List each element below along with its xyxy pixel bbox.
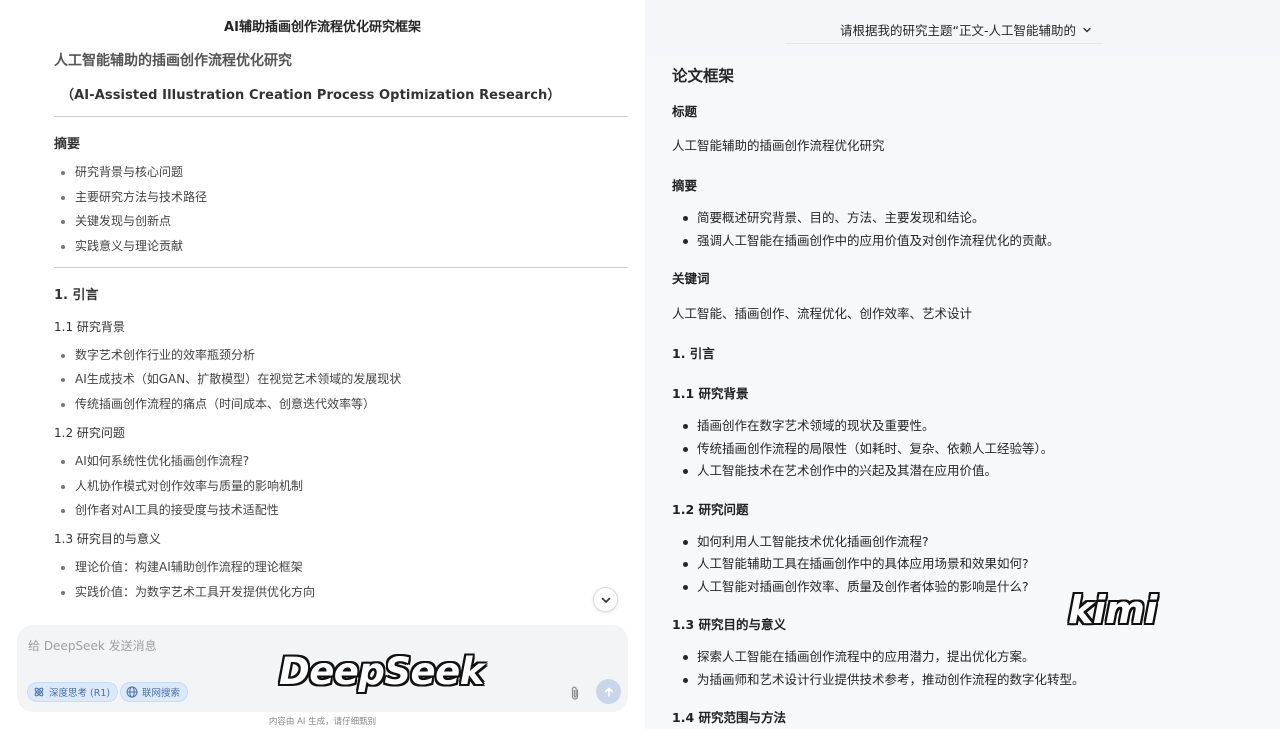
abstract-list: 研究背景与核心问题 主要研究方法与技术路径 关键发现与创新点 实践意义与理论贡献	[54, 160, 628, 259]
chevron-down-icon	[601, 597, 610, 603]
framework-heading: 论文框架	[672, 67, 735, 85]
arrow-up-icon	[604, 687, 613, 697]
paper-subtitle: （AI-Assisted Illustration Creation Proce…	[61, 88, 561, 103]
subsection-heading: 1.2 研究问题	[54, 425, 125, 440]
list-item: 主要研究方法与技术路径	[54, 185, 628, 210]
subsection-heading: 1.3 研究目的与意义	[54, 531, 161, 546]
kimi-panel: 请根据我的研究主题“正文-人工智能辅助的 论文框架 标题 人工智能辅助的插画创作…	[645, 0, 1280, 729]
purpose-list: 探索人工智能在插画创作流程中的应用潜力，提出优化方案。 为插画师和艺术设计行业提…	[672, 646, 1262, 691]
list-item: 强调人工智能在插画创作中的应用价值及对创作流程优化的贡献。	[672, 230, 1262, 253]
ai-disclaimer: 内容由 AI 生成，请仔细甄别	[268, 717, 377, 727]
list-item: 插画创作在数字艺术领域的现状及重要性。	[672, 415, 1262, 438]
paper-title: 人工智能辅助的插画创作流程优化研究	[54, 53, 292, 69]
list-item: 理论价值：构建AI辅助创作流程的理论框架	[54, 555, 628, 580]
list-item: 数字艺术创作行业的效率瓶颈分析	[54, 343, 628, 368]
deep-think-toggle[interactable]: 深度思考 (R1)	[27, 682, 119, 702]
deepseek-panel: AI辅助插画创作流程优化研究框架 人工智能辅助的插画创作流程优化研究 （AI-A…	[0, 0, 645, 729]
list-item: 创作者对AI工具的接受度与技术适配性	[54, 498, 628, 523]
abstract-list: 简要概述研究背景、目的、方法、主要发现和结论。 强调人工智能在插画创作中的应用价…	[672, 207, 1262, 252]
divider	[785, 43, 1103, 44]
abstract-heading: 摘要	[672, 178, 698, 193]
chevron-down-icon	[1083, 27, 1091, 32]
list-item: 实践价值：为数字艺术工具开发提供优化方向	[54, 580, 628, 605]
title-text: 人工智能辅助的插画创作流程优化研究	[672, 138, 885, 153]
list-item: 简要概述研究背景、目的、方法、主要发现和结论。	[672, 207, 1262, 230]
keywords-text: 人工智能、插画创作、流程优化、创作效率、艺术设计	[672, 306, 973, 321]
list-item: 如何利用人工智能技术优化插画创作流程?	[672, 531, 1262, 554]
background-list: 插画创作在数字艺术领域的现状及重要性。 传统插画创作流程的局限性（如耗时、复杂、…	[672, 415, 1262, 483]
subsection-heading: 1.1 研究背景	[672, 386, 749, 401]
subsection-heading: 1.4 研究范围与方法	[672, 710, 786, 725]
list-item: 人工智能辅助工具在插画创作中的具体应用场景和效果如何?	[672, 553, 1262, 576]
list-item: 人工智能技术在艺术创作中的兴起及其潜在应用价值。	[672, 460, 1262, 483]
list-item: AI生成技术（如GAN、扩散模型）在视觉艺术领域的发展现状	[54, 367, 628, 392]
chat-title[interactable]: AI辅助插画创作流程优化研究框架	[0, 16, 645, 35]
list-item: 探索人工智能在插画创作流程中的应用潜力，提出优化方案。	[672, 646, 1262, 669]
top-bar: 请根据我的研究主题“正文-人工智能辅助的	[645, 0, 1280, 56]
questions-list: AI如何系统性优化插画创作流程? 人机协作模式对创作效率与质量的影响机制 创作者…	[54, 449, 628, 523]
chat-title-text: 请根据我的研究主题“正文-人工智能辅助的	[840, 23, 1076, 38]
subsection-heading: 1.1 研究背景	[54, 319, 125, 334]
list-item: 人工智能对插画创作效率、质量及创作者体验的影响是什么?	[672, 576, 1262, 599]
response-content: 人工智能辅助的插画创作流程优化研究 （AI-Assisted Illustrat…	[54, 48, 628, 604]
chat-title[interactable]: 请根据我的研究主题“正文-人工智能辅助的	[840, 20, 1092, 39]
scroll-to-bottom-button[interactable]	[593, 587, 618, 612]
abstract-heading: 摘要	[54, 137, 81, 152]
divider	[54, 266, 628, 268]
send-button[interactable]	[596, 679, 621, 704]
list-item: AI如何系统性优化插画创作流程?	[54, 449, 628, 474]
list-item: 实践意义与理论贡献	[54, 234, 628, 259]
atom-icon	[34, 687, 44, 697]
background-list: 数字艺术创作行业的效率瓶颈分析 AI生成技术（如GAN、扩散模型）在视觉艺术领域…	[54, 343, 628, 417]
questions-list: 如何利用人工智能技术优化插画创作流程? 人工智能辅助工具在插画创作中的具体应用场…	[672, 531, 1262, 599]
divider	[54, 116, 628, 117]
kimi-logo: kimi	[1068, 588, 1157, 632]
section-heading: 1. 引言	[672, 346, 715, 361]
response-content: 论文框架 标题 人工智能辅助的插画创作流程优化研究 摘要 简要概述研究背景、目的…	[672, 64, 1262, 726]
paperclip-icon	[571, 686, 579, 700]
deep-think-label: 深度思考 (R1)	[49, 688, 111, 699]
web-search-toggle[interactable]: 联网搜索	[120, 682, 189, 702]
message-input[interactable]: 给 DeepSeek 发送消息	[28, 637, 157, 654]
subsection-heading: 1.2 研究问题	[672, 501, 749, 517]
attach-button[interactable]	[565, 682, 585, 704]
title-heading: 标题	[672, 104, 698, 119]
list-item: 传统插画创作流程的痛点（时间成本、创意迭代效率等）	[54, 392, 628, 417]
keywords-heading: 关键词	[672, 271, 710, 286]
purpose-list: 理论价值：构建AI辅助创作流程的理论框架 实践价值：为数字艺术工具开发提供优化方…	[54, 555, 628, 604]
globe-icon	[126, 686, 138, 698]
list-item: 传统插画创作流程的局限性（如耗时、复杂、依赖人工经验等）。	[672, 438, 1262, 461]
list-item: 人机协作模式对创作效率与质量的影响机制	[54, 474, 628, 499]
web-search-label: 联网搜索	[142, 688, 181, 699]
deepseek-logo: DeepSeek	[279, 650, 484, 693]
list-item: 为插画师和艺术设计行业提供技术参考，推动创作流程的数字化转型。	[672, 669, 1262, 692]
list-item: 研究背景与核心问题	[54, 160, 628, 185]
section-heading: 1. 引言	[54, 287, 99, 303]
subsection-heading: 1.3 研究目的与意义	[672, 617, 786, 632]
list-item: 关键发现与创新点	[54, 209, 628, 234]
